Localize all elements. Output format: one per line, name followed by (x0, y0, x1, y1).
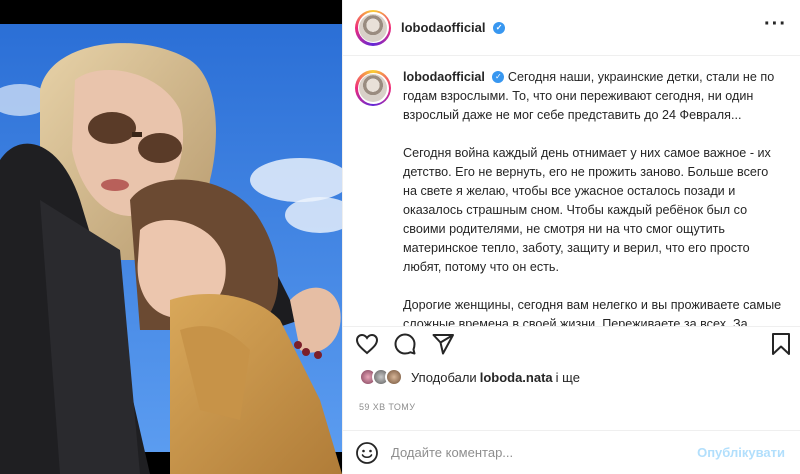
more-options-icon[interactable]: ··· (764, 14, 787, 34)
caption-paragraph-1: lobodaofficial ✓ Сегодня наши, украински… (403, 68, 783, 125)
emoji-icon[interactable] (355, 441, 379, 465)
post-image (0, 0, 342, 474)
caption-paragraph-2: Сегодня война каждый день отнимает у них… (403, 146, 771, 274)
post-panel: lobodaofficial ✓ ··· lobodaofficial ✓ Се… (342, 0, 800, 474)
author-username-text[interactable]: lobodaofficial (401, 20, 486, 35)
liker-username[interactable]: loboda.nata (480, 370, 553, 385)
comment-icon[interactable] (393, 332, 417, 356)
likes-summary: Уподобали loboda.nata і ще (359, 368, 580, 386)
caption-paragraph-3: Дорогие женщины, сегодня вам нелегко и в… (403, 298, 782, 326)
heart-icon[interactable] (355, 332, 379, 356)
caption-username[interactable]: lobodaofficial (403, 70, 485, 84)
post-comment-button[interactable]: Опублікувати (697, 445, 785, 460)
comment-bar: Опублікувати (343, 430, 800, 474)
post-header: lobodaofficial ✓ ··· (343, 0, 800, 56)
author-username[interactable]: lobodaofficial ✓ (401, 20, 506, 35)
caption-avatar[interactable] (355, 70, 391, 106)
bookmark-icon[interactable] (769, 332, 793, 356)
author-avatar[interactable] (355, 9, 391, 46)
likes-prefix: Уподобали (411, 369, 477, 385)
divider (343, 326, 800, 327)
liker-avatars[interactable] (359, 368, 403, 386)
verified-badge-icon: ✓ (493, 21, 506, 34)
caption-text: lobodaofficial ✓ Сегодня наши, украински… (403, 68, 783, 326)
caption-area: lobodaofficial ✓ Сегодня наши, украински… (343, 56, 800, 326)
action-bar (355, 332, 795, 360)
verified-badge-icon: ✓ (492, 70, 505, 83)
share-icon[interactable] (431, 332, 455, 356)
post-photo[interactable] (0, 0, 342, 474)
post-timestamp[interactable]: 59 ХВ ТОМУ (359, 402, 415, 412)
likes-suffix[interactable]: і ще (556, 370, 580, 385)
comment-input[interactable] (391, 445, 698, 460)
